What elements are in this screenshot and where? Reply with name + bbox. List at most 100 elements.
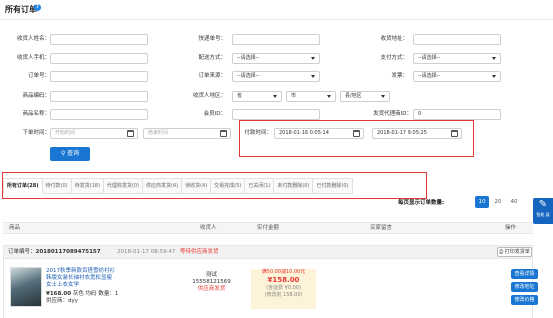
payment-time-start-value: 2018-01-16 0:05:14 [279, 130, 329, 136]
payment-time-start-input[interactable]: 2018-01-16 0:05:14 [274, 128, 364, 139]
th-buyer: 收货人 [200, 225, 217, 231]
tab-supplier-shipment[interactable]: 供应商发货(4) [142, 178, 183, 194]
edit-price-button[interactable]: 修改价格 [511, 295, 538, 305]
original-price-text: (修改前 158.00) [264, 292, 303, 298]
product-code-input[interactable] [50, 91, 148, 102]
city-select[interactable]: 市 [286, 91, 336, 102]
tab-pending-shipment[interactable]: 待发货(18) [71, 178, 104, 194]
discount-text: 满50.00减10.00元 [261, 269, 306, 275]
calendar-icon[interactable] [353, 130, 360, 137]
page-header: 所有订单 ? [0, 0, 553, 20]
order-number: 订单编号：20180117089475157 [8, 246, 101, 258]
payment-summary: 满50.00减10.00元 ¥158.00 (含运费 ¥0.00) (修改前 1… [251, 269, 316, 309]
per-page-option-10[interactable]: 10 [475, 196, 489, 208]
tab-pending-payment[interactable]: 待付款(0) [42, 178, 72, 194]
product-title-link[interactable]: 2017秋季新款百搭雪纺衬衫韩版女装长袖衬衣宽松显瘦女士上衣女学 [46, 268, 116, 289]
per-page-option-20[interactable]: 20 [491, 196, 505, 208]
order-source-select[interactable]: --请选择-- [232, 71, 320, 82]
per-page-option-40[interactable]: 40 [507, 196, 521, 208]
invoice-select[interactable]: --请选择-- [413, 71, 501, 82]
member-id-label: 会员ID： [203, 111, 226, 117]
table-header: 商品 收货人 实付金额 买家留言 操作 [3, 222, 533, 234]
product-name-input[interactable] [50, 109, 148, 120]
smart-tool-button[interactable]: ✎ 智能 展 [533, 198, 553, 224]
order-time-label: 下单时间： [22, 130, 50, 136]
edit-icon: ✎ [538, 199, 548, 210]
order-time-start-input[interactable]: 开始时间 [50, 128, 138, 139]
th-message: 买家留言 [370, 225, 393, 231]
tab-agent-shipment[interactable]: 代理商发货(0) [103, 178, 143, 194]
member-id-input[interactable] [232, 109, 320, 120]
order-source-value: --请选择-- [237, 73, 260, 79]
chevron-down-icon [492, 57, 496, 60]
page-title: 所有订单 [5, 5, 37, 14]
th-product: 商品 [9, 225, 21, 231]
order-no-label: 订单号： [27, 73, 50, 79]
order-time-end-placeholder: 结束时间 [148, 130, 169, 136]
delivery-method-label: 配送方式： [198, 55, 226, 61]
product-quantity: 数量：1 [98, 291, 119, 297]
order-header: 订单编号：20180117089475157 2018-01-17 08:59:… [3, 245, 533, 259]
edit-address-button[interactable]: 修改地址 [511, 282, 538, 292]
buyer-phone: 15558121569 [192, 279, 231, 285]
view-details-button[interactable]: 查看详情 [511, 269, 538, 279]
search-button-label: 查询 [67, 150, 80, 157]
tab-completed[interactable]: 交易完成(5) [211, 178, 246, 194]
delivery-method-value: --请选择-- [237, 55, 260, 61]
product-price-line: ¥168.00 灰色 均码 数量：1 [46, 291, 118, 298]
tracking-no-input[interactable] [232, 34, 320, 45]
search-icon: ⚲ [60, 150, 66, 157]
tab-pending-receipt[interactable]: 待收货(4) [182, 178, 212, 194]
order-source-label: 订单来源： [198, 73, 226, 79]
calendar-icon[interactable] [127, 130, 134, 137]
order-time-end-input[interactable]: 结束时间 [143, 128, 231, 139]
county-select[interactable]: 县/地区 [340, 91, 390, 102]
receiver-phone-label: 收货人手机： [16, 55, 50, 61]
order-number-prefix: 订单编号： [8, 249, 36, 255]
tracking-no-label: 快递单号： [198, 36, 226, 42]
province-select[interactable]: 省 [232, 91, 282, 102]
payment-method-value: --请选择-- [418, 55, 441, 61]
order-status: 等待供应商发货 [180, 249, 219, 255]
receiver-phone-input[interactable] [50, 53, 148, 64]
tab-all-orders[interactable]: 所有订单(28) [3, 178, 43, 194]
tab-unpaid-deleted[interactable]: 未付款删除(0) [274, 178, 314, 194]
receiver-name-input[interactable] [50, 34, 148, 45]
shipping-status: 供应商发货 [197, 286, 226, 292]
order-row: 2017秋季新款百搭雪纺衬衫韩版女装长袖衬衣宽松显瘦女士上衣女学 ¥168.00… [3, 259, 538, 318]
chevron-down-icon [311, 57, 315, 60]
tab-closed[interactable]: 已关闭(1) [245, 178, 275, 194]
per-page-label: 每页显示订单数量: [398, 200, 445, 206]
order-time-start-placeholder: 开始时间 [55, 130, 76, 136]
receiver-address-input[interactable] [413, 34, 501, 45]
search-button[interactable]: ⚲ 查询 [50, 147, 90, 161]
distributor-id-input[interactable]: 0 [413, 109, 501, 120]
product-thumbnail[interactable] [10, 267, 42, 307]
product-code-label: 商品编码： [22, 93, 50, 99]
delivery-method-select[interactable]: --请选择-- [232, 53, 320, 64]
order-total: ¥158.00 [267, 276, 300, 284]
th-amount: 实付金额 [257, 225, 280, 231]
receiver-address-label: 收货地址： [380, 36, 408, 42]
chevron-down-icon [273, 95, 277, 98]
payment-time-label: 付款时间： [244, 130, 272, 136]
payment-method-select[interactable]: --请选择-- [413, 53, 501, 64]
invoice-value: --请选择-- [418, 73, 441, 79]
question-circle-icon[interactable]: ? [34, 4, 41, 11]
order-status-tabs: 所有订单(28) 待付款(0) 待发货(18) 代理商发货(0) 供应商发货(4… [3, 178, 353, 194]
tab-paid-deleted[interactable]: 已付款删除(0) [313, 178, 353, 194]
county-value: 县/地区 [345, 93, 362, 99]
invoice-label: 发票： [391, 73, 408, 79]
print-shipping-slip-button[interactable]: ⎙ 打印发货单 [497, 247, 532, 257]
order-number-value: 20180117089475157 [35, 249, 101, 255]
order-time: 2018-01-17 08:59:47 [117, 249, 176, 255]
city-value: 市 [291, 93, 297, 99]
receiver-name-label: 收货人姓名： [16, 36, 50, 42]
chevron-down-icon [327, 95, 331, 98]
chevron-down-icon [492, 75, 496, 78]
payment-time-end-value: 2018-01-17 9:05:25 [377, 130, 427, 136]
chevron-down-icon [311, 75, 315, 78]
payment-time-end-input[interactable]: 2018-01-17 9:05:25 [372, 128, 462, 139]
order-no-input[interactable] [50, 71, 148, 82]
calendar-icon[interactable] [451, 130, 458, 137]
